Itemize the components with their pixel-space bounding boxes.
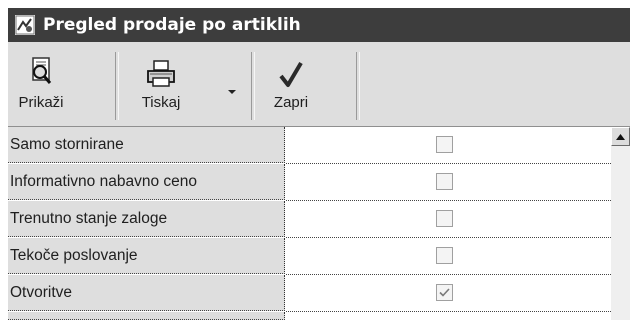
report-window: Pregled prodaje po artiklih Prikaži Tisk… [8,8,630,320]
print-button[interactable]: Tiskaj [126,48,196,120]
option-checkbox[interactable] [436,136,453,153]
option-label: Otvoritve [8,275,285,311]
option-checkbox[interactable] [436,247,453,264]
option-checkbox[interactable] [436,284,453,301]
toolbar-separator [115,52,119,120]
option-label: Tekoče poslovanje [8,238,285,274]
vertical-scrollbar[interactable] [611,127,630,320]
print-dropdown-arrow-icon[interactable] [228,90,236,94]
grid-row: Informativno nabavno ceno [8,164,611,201]
option-label-partial [8,312,285,320]
option-value-cell[interactable] [286,201,611,238]
window-title: Pregled prodaje po artiklih [43,15,301,35]
option-label: Informativno nabavno ceno [8,164,285,200]
arrow-up-icon [616,133,625,140]
option-value-cell[interactable] [286,127,611,164]
checkmark-icon [439,288,450,297]
close-button[interactable]: Zapri [262,48,320,120]
close-button-label: Zapri [273,94,309,111]
option-value-cell[interactable] [286,275,611,312]
title-bar: Pregled prodaje po artiklih [8,8,630,42]
grid-row: Otvoritve [8,275,611,312]
app-icon [14,14,36,36]
options-grid: Samo stornirane Informativno nabavno cen… [8,127,611,320]
option-value-cell-partial [286,312,611,320]
option-checkbox[interactable] [436,210,453,227]
option-value-cell[interactable] [286,164,611,201]
show-button-label: Prikaži [18,94,64,111]
option-value-cell[interactable] [286,238,611,275]
show-button[interactable]: Prikaži [12,48,70,120]
option-checkbox[interactable] [436,173,453,190]
option-label: Trenutno stanje zaloge [8,201,285,237]
print-button-label: Tiskaj [141,94,181,111]
toolbar: Prikaži Tiskaj Zapri [8,42,630,127]
checkmark-icon [278,48,304,88]
printer-icon [145,48,177,88]
grid-row: Trenutno stanje zaloge [8,201,611,238]
grid-row [8,312,611,320]
grid-row: Samo stornirane [8,127,611,164]
toolbar-separator [251,52,255,120]
grid-row: Tekoče poslovanje [8,238,611,275]
preview-icon [27,48,55,88]
toolbar-separator [356,52,360,120]
option-label: Samo stornirane [8,127,285,163]
scroll-up-button[interactable] [611,127,630,146]
